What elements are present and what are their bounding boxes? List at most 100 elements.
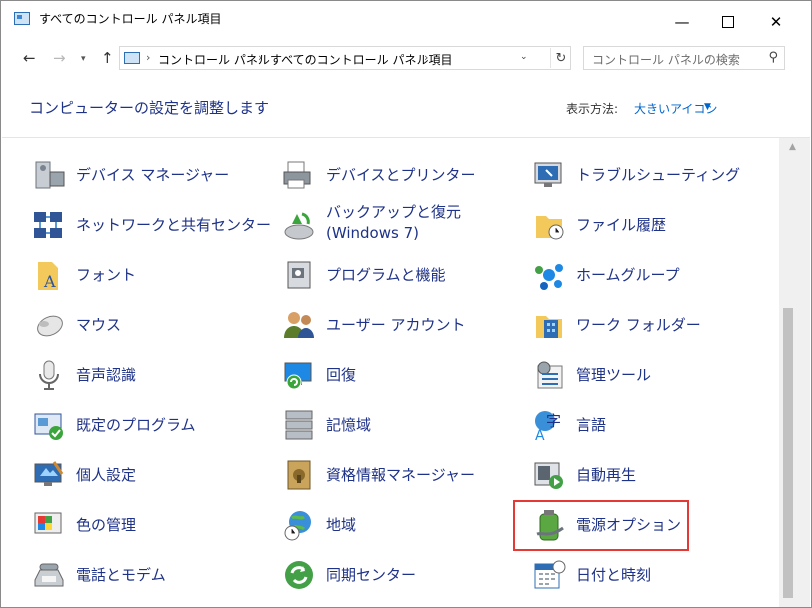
speech-recognition-icon <box>32 358 66 392</box>
control-panel-icon <box>14 12 30 25</box>
region-icon <box>282 508 316 542</box>
up-arrow-icon[interactable]: ↑ <box>101 49 114 67</box>
recent-locations-icon[interactable]: ▾ <box>81 54 86 64</box>
storage-spaces-icon <box>282 408 316 442</box>
item-label: 既定のプログラム <box>76 415 196 434</box>
phone-modem-icon <box>32 558 66 592</box>
credential-manager-icon <box>282 458 316 492</box>
item-fonts[interactable]: A フォント <box>32 252 136 298</box>
device-manager-icon <box>32 158 66 192</box>
homegroup-icon <box>532 258 566 292</box>
forward-arrow-icon[interactable]: → <box>53 49 66 67</box>
item-label: デバイスとプリンター <box>326 165 476 184</box>
scroll-up-icon[interactable]: ▲ <box>789 142 796 152</box>
default-programs-icon <box>32 408 66 442</box>
search-icon[interactable]: ⚲ <box>768 50 778 65</box>
programs-features-icon <box>282 258 316 292</box>
search-input[interactable]: コントロール パネルの検索 ⚲ <box>583 46 785 70</box>
item-language[interactable]: 字A 言語 <box>532 402 606 448</box>
item-device-manager[interactable]: デバイス マネージャー <box>32 152 229 198</box>
item-region[interactable]: 地域 <box>282 502 356 548</box>
item-label: ファイル履歴 <box>576 215 667 234</box>
svg-text:字: 字 <box>546 412 561 430</box>
highlight-box <box>513 500 689 551</box>
item-devices-printers[interactable]: デバイスとプリンター <box>282 152 476 198</box>
breadcrumb-control-panel[interactable]: コントロール パネル <box>158 51 270 68</box>
item-phone-modem[interactable]: 電話とモデム <box>32 552 166 598</box>
item-network-sharing[interactable]: ネットワークと共有センター <box>32 202 271 248</box>
personalization-icon <box>32 458 66 492</box>
item-user-accounts[interactable]: ユーザー アカウント <box>282 302 465 348</box>
item-admin-tools[interactable]: 管理ツール <box>532 352 651 398</box>
address-dropdown-icon[interactable]: ⌄ <box>520 52 528 62</box>
refresh-icon[interactable]: ↻ <box>550 48 571 68</box>
item-label: 言語 <box>576 415 607 434</box>
item-personalization[interactable]: 個人設定 <box>32 452 136 498</box>
admin-tools-icon <box>532 358 566 392</box>
item-label: バックアップと復元 (Windows 7) <box>326 203 462 242</box>
vertical-scrollbar[interactable]: ▲ <box>779 138 810 607</box>
scrollbar-thumb[interactable] <box>783 308 793 598</box>
item-label: 管理ツール <box>576 365 652 384</box>
control-panel-icon <box>124 52 140 64</box>
item-troubleshooting[interactable]: トラブルシューティング <box>532 152 740 198</box>
item-mouse[interactable]: マウス <box>32 302 121 348</box>
devices-printers-icon <box>282 158 316 192</box>
item-work-folders[interactable]: ワーク フォルダー <box>532 302 701 348</box>
item-default-programs[interactable]: 既定のプログラム <box>32 402 196 448</box>
svg-text:A: A <box>43 272 56 291</box>
item-label: ワーク フォルダー <box>576 315 701 334</box>
back-arrow-icon[interactable]: ← <box>23 49 36 67</box>
navigation-bar: ← → ▾ ↑ › コントロール パネル › すべてのコントロール パネル項目 … <box>1 45 811 75</box>
item-label: 色の管理 <box>76 515 137 534</box>
item-autoplay[interactable]: 自動再生 <box>532 452 636 498</box>
minimize-button[interactable]: — <box>659 7 705 37</box>
item-label: ホームグループ <box>576 265 680 284</box>
window-title: すべてのコントロール パネル項目 <box>39 12 222 26</box>
item-speech-recognition[interactable]: 音声認識 <box>32 352 136 398</box>
mouse-icon <box>32 308 66 342</box>
close-button[interactable]: ✕ <box>753 7 799 37</box>
maximize-icon <box>722 16 734 28</box>
maximize-button[interactable] <box>705 7 751 37</box>
autoplay-icon <box>532 458 566 492</box>
breadcrumb-separator-icon: › <box>146 51 151 64</box>
address-bar[interactable]: › コントロール パネル › すべてのコントロール パネル項目 › ⌄ ↻ <box>119 46 571 70</box>
search-placeholder: コントロール パネルの検索 <box>592 53 740 67</box>
item-label: 記憶域 <box>326 415 372 434</box>
item-label: 音声認識 <box>76 365 137 384</box>
item-label: 資格情報マネージャー <box>326 465 475 484</box>
item-label: マウス <box>76 315 122 334</box>
item-label: 日付と時刻 <box>576 565 652 584</box>
breadcrumb-separator-icon: › <box>424 51 429 64</box>
recovery-icon <box>282 358 316 392</box>
item-label: 個人設定 <box>76 465 137 484</box>
control-panel-window: すべてのコントロール パネル項目 — ✕ ← → ▾ ↑ › コントロール パネ… <box>0 0 812 608</box>
item-recovery[interactable]: 回復 <box>282 352 356 398</box>
item-file-history[interactable]: ファイル履歴 <box>532 202 666 248</box>
item-label: 地域 <box>326 515 357 534</box>
item-label: ネットワークと共有センター <box>76 215 272 234</box>
item-label: 同期センター <box>326 565 417 584</box>
item-label: ユーザー アカウント <box>326 315 466 334</box>
item-color-management[interactable]: 色の管理 <box>32 502 136 548</box>
item-homegroup[interactable]: ホームグループ <box>532 252 680 298</box>
date-time-icon <box>532 558 566 592</box>
language-icon: 字A <box>532 408 566 444</box>
chevron-down-icon[interactable]: ▼ <box>704 102 711 112</box>
item-storage-spaces[interactable]: 記憶域 <box>282 402 371 448</box>
work-folders-icon <box>532 308 566 342</box>
item-backup-restore[interactable]: バックアップと復元 (Windows 7) <box>282 202 526 248</box>
item-credential-manager[interactable]: 資格情報マネージャー <box>282 452 475 498</box>
item-programs-features[interactable]: プログラムと機能 <box>282 252 446 298</box>
view-by-label: 表示方法: <box>566 102 619 116</box>
svg-text:A: A <box>535 428 545 442</box>
user-accounts-icon <box>282 308 316 342</box>
file-history-icon <box>532 208 566 242</box>
color-management-icon <box>32 508 66 542</box>
item-date-time[interactable]: 日付と時刻 <box>532 552 651 598</box>
item-label: プログラムと機能 <box>326 265 446 284</box>
item-label: 回復 <box>326 365 357 384</box>
sync-center-icon <box>282 558 316 592</box>
item-sync-center[interactable]: 同期センター <box>282 552 416 598</box>
